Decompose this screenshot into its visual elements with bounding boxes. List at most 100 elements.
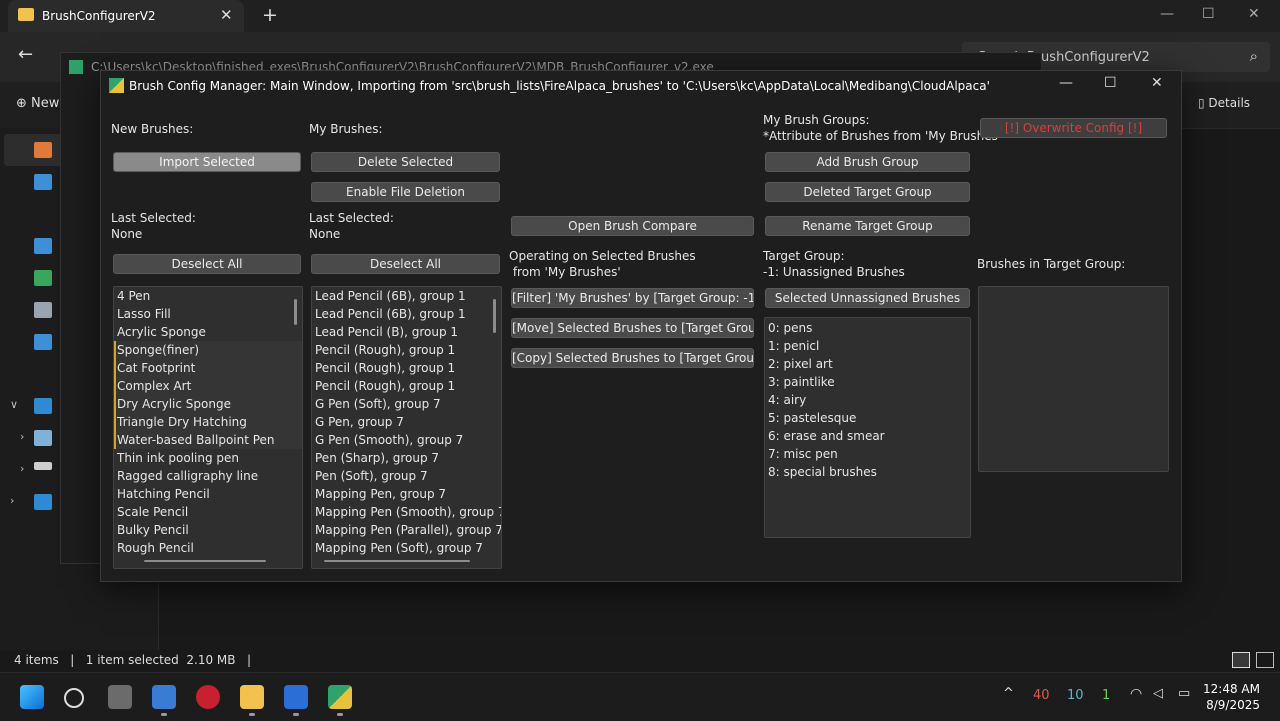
start-icon[interactable] — [20, 685, 44, 709]
tray-count-teal[interactable]: 10 — [1067, 688, 1084, 703]
add-brush-group-button[interactable]: Add Brush Group — [765, 152, 970, 172]
widgets-icon[interactable] — [152, 685, 176, 709]
list-item[interactable]: Bulky Pencil — [114, 521, 302, 539]
maximize-button[interactable]: ☐ — [1104, 75, 1117, 91]
details-button[interactable]: ▯ Details — [1198, 96, 1250, 110]
minimize-button[interactable]: — — [1160, 6, 1174, 22]
brushes-in-target-group-list[interactable] — [978, 286, 1169, 472]
list-item[interactable]: Mapping Pen (Parallel), group 7 — [312, 521, 501, 539]
list-item[interactable]: Scale Pencil — [114, 503, 302, 521]
vertical-scrollbar[interactable] — [493, 299, 496, 333]
list-item[interactable]: Pencil (Rough), group 1 — [312, 359, 501, 377]
list-item[interactable]: Hatching Pencil — [114, 485, 302, 503]
list-item[interactable]: Dry Acrylic Sponge — [114, 395, 302, 413]
delete-target-group-button[interactable]: Deleted Target Group — [765, 182, 970, 202]
list-item[interactable]: G Pen (Soft), group 7 — [312, 395, 501, 413]
filter-by-target-group-button[interactable]: [Filter] 'My Brushes' by [Target Group: … — [511, 288, 754, 308]
list-item[interactable]: Thin ink pooling pen — [114, 449, 302, 467]
chevron-right-icon[interactable]: › — [10, 494, 14, 507]
list-item[interactable]: 2: pixel art — [765, 355, 970, 373]
list-item[interactable]: Ragged calligraphy line — [114, 467, 302, 485]
list-item[interactable]: Water-based Ballpoint Pen — [114, 431, 302, 449]
volume-icon[interactable]: ◁ — [1153, 686, 1163, 701]
list-item[interactable]: Complex Art — [114, 377, 302, 395]
list-item[interactable]: Pen (Soft), group 7 — [312, 467, 501, 485]
list-item[interactable]: G Pen, group 7 — [312, 413, 501, 431]
tray-count-red[interactable]: 40 — [1033, 688, 1050, 703]
list-item[interactable]: 8: special brushes — [765, 463, 970, 481]
new-brushes-list[interactable]: 4 Pen Lasso Fill Acrylic Sponge Sponge(fine… — [113, 286, 303, 569]
list-item[interactable]: Rough Pencil — [114, 539, 302, 557]
list-item[interactable]: Pencil (Rough), group 1 — [312, 341, 501, 359]
list-item[interactable]: Lead Pencil (B), group 1 — [312, 323, 501, 341]
list-item[interactable]: 5: pastelesque — [765, 409, 970, 427]
list-item[interactable]: 0: pens — [765, 319, 970, 337]
tray-chevron-icon[interactable]: ^ — [1003, 686, 1014, 701]
list-item[interactable]: 1: penicl — [765, 337, 970, 355]
new-deselect-all-button[interactable]: Deselect All — [113, 254, 301, 274]
enable-file-deletion-button[interactable]: Enable File Deletion — [311, 182, 500, 202]
chevron-right-icon[interactable]: › — [20, 430, 24, 443]
list-item[interactable]: G Pen (Smooth), group 7 — [312, 431, 501, 449]
vertical-scrollbar[interactable] — [294, 299, 297, 325]
chevron-down-icon[interactable]: ∨ — [10, 398, 18, 411]
file-explorer-icon[interactable] — [240, 685, 264, 709]
list-item[interactable]: Lead Pencil (6B), group 1 — [312, 287, 501, 305]
explorer-tab[interactable]: BrushConfigurerV2 ✕ — [8, 0, 244, 32]
clock-time: 12:48 AM — [1203, 682, 1260, 696]
list-item[interactable]: 4: airy — [765, 391, 970, 409]
explorer-status-bar: 4 items | 1 item selected 2.10 MB | — [0, 650, 1280, 672]
list-item[interactable]: Pencil (Rough), group 1 — [312, 377, 501, 395]
list-item[interactable]: 7: misc pen — [765, 445, 970, 463]
close-window-button[interactable]: ✕ — [1151, 75, 1163, 91]
copy-to-target-group-button[interactable]: [Copy] Selected Brushes to [Target Group… — [511, 348, 754, 368]
list-item[interactable]: Triangle Dry Hatching — [114, 413, 302, 431]
brush-configurer-icon[interactable] — [328, 685, 352, 709]
overwrite-config-button[interactable]: [!] Overwrite Config [!] — [980, 118, 1167, 138]
rename-target-group-button[interactable]: Rename Target Group — [765, 216, 970, 236]
back-arrow-icon[interactable]: ← — [18, 44, 33, 65]
my-deselect-all-button[interactable]: Deselect All — [311, 254, 500, 274]
select-unassigned-brushes-button[interactable]: Selected Unnassigned Brushes — [765, 288, 970, 308]
list-item[interactable]: Cat Footprint — [114, 359, 302, 377]
maximize-button[interactable]: ☐ — [1202, 6, 1215, 22]
list-item[interactable]: 6: erase and smear — [765, 427, 970, 445]
list-item[interactable]: Lasso Fill — [114, 305, 302, 323]
list-item[interactable]: Acrylic Sponge — [114, 323, 302, 341]
close-icon[interactable]: ✕ — [220, 6, 233, 24]
list-item[interactable]: Mapping Pen (Smooth), group 7 — [312, 503, 501, 521]
close-window-button[interactable]: ✕ — [1248, 6, 1260, 22]
open-brush-compare-button[interactable]: Open Brush Compare — [511, 216, 754, 236]
details-view-icon[interactable] — [1232, 652, 1250, 668]
move-to-target-group-button[interactable]: [Move] Selected Brushes to [Target Group… — [511, 318, 754, 338]
list-item[interactable]: Lead Pencil (6B), group 1 — [312, 305, 501, 323]
battery-icon[interactable]: ▭ — [1178, 686, 1190, 701]
app-icon — [69, 60, 83, 74]
list-item[interactable]: 3: paintlike — [765, 373, 970, 391]
wifi-icon[interactable]: ◠ — [1130, 686, 1142, 702]
list-item[interactable]: Sponge(finer) — [114, 341, 302, 359]
clock[interactable]: 12:48 AM 8/9/2025 — [1203, 681, 1260, 713]
new-tab-button[interactable]: + — [262, 4, 278, 26]
minimize-button[interactable]: — — [1059, 75, 1073, 91]
horizontal-scrollbar[interactable] — [144, 560, 266, 562]
task-view-icon[interactable] — [108, 685, 132, 709]
my-brushes-list[interactable]: Lead Pencil (6B), group 1 Lead Pencil (6B… — [311, 286, 502, 569]
new-button[interactable]: ⊕ New — [16, 96, 59, 111]
tray-count-green[interactable]: 1 — [1102, 688, 1110, 703]
delete-selected-button[interactable]: Delete Selected — [311, 152, 500, 172]
todoist-icon[interactable] — [196, 685, 220, 709]
document-app-icon[interactable] — [284, 685, 308, 709]
list-item[interactable]: Mapping Pen, group 7 — [312, 485, 501, 503]
search-icon[interactable] — [64, 688, 84, 708]
tiles-view-icon[interactable] — [1256, 652, 1274, 668]
horizontal-scrollbar[interactable] — [324, 560, 470, 562]
explorer-titlebar: BrushConfigurerV2 ✕ + — ☐ ✕ — [0, 0, 1280, 32]
list-item[interactable]: Mapping Pen (Soft), group 7 — [312, 539, 501, 557]
brush-groups-list[interactable]: 0: pens 1: penicl 2: pixel art 3: paintlike… — [764, 317, 971, 538]
import-selected-button[interactable]: Import Selected — [113, 152, 301, 172]
list-item[interactable]: Pen (Sharp), group 7 — [312, 449, 501, 467]
search-icon[interactable]: ⌕ — [1250, 47, 1258, 65]
chevron-right-icon[interactable]: › — [20, 462, 24, 475]
list-item[interactable]: 4 Pen — [114, 287, 302, 305]
